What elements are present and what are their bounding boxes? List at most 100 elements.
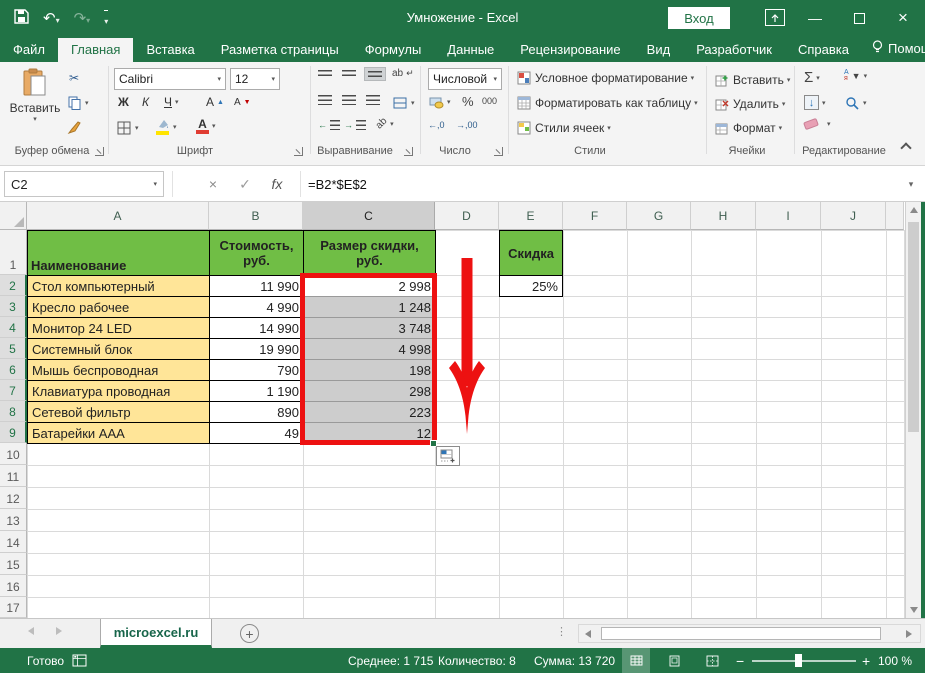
cell-B3[interactable]: 4 990 bbox=[209, 296, 304, 318]
redo-button[interactable]: ↷▾ bbox=[74, 11, 91, 26]
cell-B2[interactable]: 11 990 bbox=[209, 275, 304, 297]
decrease-decimal-button[interactable]: →,00 bbox=[456, 120, 478, 130]
new-sheet-button[interactable]: + bbox=[240, 624, 259, 643]
borders-button[interactable]: ▾ bbox=[116, 120, 139, 136]
row-header-6[interactable]: 6 bbox=[0, 359, 27, 380]
align-center-button[interactable] bbox=[342, 95, 356, 105]
row-header-15[interactable]: 15 bbox=[0, 553, 27, 575]
zoom-slider-thumb[interactable] bbox=[795, 654, 802, 667]
tell-me-button[interactable]: Помощн bbox=[862, 36, 925, 62]
column-header-J[interactable]: J bbox=[821, 202, 886, 230]
column-header-H[interactable]: H bbox=[691, 202, 756, 230]
sort-filter-button[interactable]: Ая ▼▾ bbox=[844, 70, 867, 82]
shrink-font-button[interactable]: А▼ bbox=[234, 97, 251, 108]
decrease-indent-button[interactable]: ← bbox=[318, 120, 340, 130]
merge-center-button[interactable]: ▾ bbox=[392, 95, 415, 111]
increase-decimal-button[interactable]: ←,0 bbox=[428, 120, 445, 130]
view-normal-button[interactable] bbox=[622, 648, 650, 673]
alignment-dialog-launcher[interactable] bbox=[404, 147, 413, 156]
formula-input[interactable]: =B2*$E$2 bbox=[308, 171, 367, 197]
next-sheet-button[interactable] bbox=[56, 627, 62, 635]
row-header-17[interactable]: 17 bbox=[0, 597, 27, 618]
save-icon[interactable] bbox=[14, 9, 29, 27]
underline-button[interactable]: Ч▾ bbox=[164, 95, 179, 109]
zoom-in-button[interactable]: + bbox=[862, 648, 870, 673]
autosum-button[interactable]: Σ▾ bbox=[804, 69, 820, 86]
align-right-button[interactable] bbox=[366, 95, 380, 105]
font-dialog-launcher[interactable] bbox=[294, 147, 303, 156]
number-dialog-launcher[interactable] bbox=[494, 147, 503, 156]
customize-qat-button[interactable]: ▾ bbox=[104, 10, 108, 27]
collapse-ribbon-button[interactable] bbox=[902, 144, 910, 152]
cell-B4[interactable]: 14 990 bbox=[209, 317, 304, 339]
cell-B6[interactable]: 790 bbox=[209, 359, 304, 381]
font-name-select[interactable]: Calibri▾ bbox=[114, 68, 226, 90]
cell-B1[interactable]: Стоимость, руб. bbox=[209, 230, 304, 276]
cell-A4[interactable]: Монитор 24 LED bbox=[27, 317, 210, 339]
vertical-scrollbar[interactable] bbox=[905, 202, 921, 618]
zoom-level[interactable]: 100 % bbox=[878, 648, 912, 673]
scroll-right-button[interactable] bbox=[900, 625, 918, 642]
prev-sheet-button[interactable] bbox=[28, 627, 34, 635]
column-header-I[interactable]: I bbox=[756, 202, 821, 230]
row-header-10[interactable]: 10 bbox=[0, 443, 27, 465]
select-all-button[interactable] bbox=[0, 202, 27, 230]
view-page-break-button[interactable] bbox=[698, 648, 726, 673]
increase-indent-button[interactable]: → bbox=[344, 120, 366, 130]
name-box[interactable]: C2▾ bbox=[4, 171, 164, 197]
enter-entry-button[interactable]: ✓ bbox=[232, 171, 258, 197]
scroll-up-button[interactable] bbox=[906, 202, 921, 218]
bold-button[interactable]: Ж bbox=[118, 95, 129, 109]
tab-review[interactable]: Рецензирование bbox=[507, 38, 633, 62]
font-size-select[interactable]: 12▾ bbox=[230, 68, 280, 90]
fill-color-button[interactable]: ▾ bbox=[156, 118, 177, 135]
clipboard-dialog-launcher[interactable] bbox=[95, 147, 104, 156]
column-header-D[interactable]: D bbox=[435, 202, 499, 230]
font-color-button[interactable]: А ▾ bbox=[196, 117, 216, 134]
row-header-7[interactable]: 7 bbox=[0, 380, 27, 401]
cell-A7[interactable]: Клавиатура проводная bbox=[27, 380, 210, 402]
clear-button[interactable]: ▾ bbox=[804, 120, 831, 128]
conditional-formatting-button[interactable]: Условное форматирование▾ bbox=[516, 70, 694, 86]
tab-help[interactable]: Справка bbox=[785, 38, 862, 62]
ribbon-display-options-icon[interactable] bbox=[765, 9, 785, 26]
paste-button[interactable]: Вставить ▾ bbox=[8, 68, 62, 152]
format-cells-button[interactable]: Формат▾ bbox=[714, 120, 782, 136]
cell-A6[interactable]: Мышь беспроводная bbox=[27, 359, 210, 381]
minimize-button[interactable]: — bbox=[793, 0, 837, 36]
delete-cells-button[interactable]: Удалить▾ bbox=[714, 96, 785, 112]
grow-font-button[interactable]: А▲ bbox=[206, 95, 224, 109]
insert-cells-button[interactable]: Вставить▾ bbox=[714, 72, 790, 88]
cell-B7[interactable]: 1 190 bbox=[209, 380, 304, 402]
zoom-slider-track[interactable] bbox=[752, 660, 856, 662]
align-middle-button[interactable] bbox=[342, 70, 356, 76]
row-header-12[interactable]: 12 bbox=[0, 487, 27, 509]
row-header-9[interactable]: 9 bbox=[0, 422, 27, 443]
tab-data[interactable]: Данные bbox=[434, 38, 507, 62]
column-header-F[interactable]: F bbox=[563, 202, 627, 230]
format-as-table-button[interactable]: Форматировать как таблицу▾ bbox=[516, 95, 698, 111]
column-header-C[interactable]: C bbox=[303, 202, 435, 230]
fill-button[interactable]: ↓ ▾ bbox=[804, 95, 826, 110]
sign-in-button[interactable]: Вход bbox=[668, 7, 730, 29]
autofill-options-button[interactable] bbox=[436, 446, 460, 466]
zoom-out-button[interactable]: − bbox=[736, 648, 744, 673]
align-top-button[interactable] bbox=[318, 70, 332, 76]
expand-formula-bar-button[interactable]: ▾ bbox=[898, 171, 924, 197]
cell-B9[interactable]: 49 bbox=[209, 422, 304, 444]
row-header-3[interactable]: 3 bbox=[0, 296, 27, 317]
scroll-left-button[interactable] bbox=[579, 630, 597, 638]
tab-developer[interactable]: Разработчик bbox=[683, 38, 785, 62]
insert-function-button[interactable]: fx bbox=[264, 171, 290, 197]
cell-E2[interactable]: 25% bbox=[499, 275, 563, 297]
number-format-select[interactable]: Числовой▾ bbox=[428, 68, 502, 90]
wrap-text-button[interactable]: ab↵ bbox=[392, 68, 414, 79]
comma-style-button[interactable]: 000 bbox=[482, 96, 497, 106]
column-header-partial[interactable] bbox=[886, 202, 904, 230]
copy-button[interactable]: ▾ bbox=[66, 95, 89, 111]
tab-view[interactable]: Вид bbox=[634, 38, 684, 62]
macro-record-icon[interactable] bbox=[72, 648, 87, 673]
cell-styles-button[interactable]: Стили ячеек▾ bbox=[516, 120, 611, 136]
cut-button[interactable]: ✂ bbox=[66, 70, 82, 86]
align-bottom-button[interactable] bbox=[364, 67, 386, 81]
